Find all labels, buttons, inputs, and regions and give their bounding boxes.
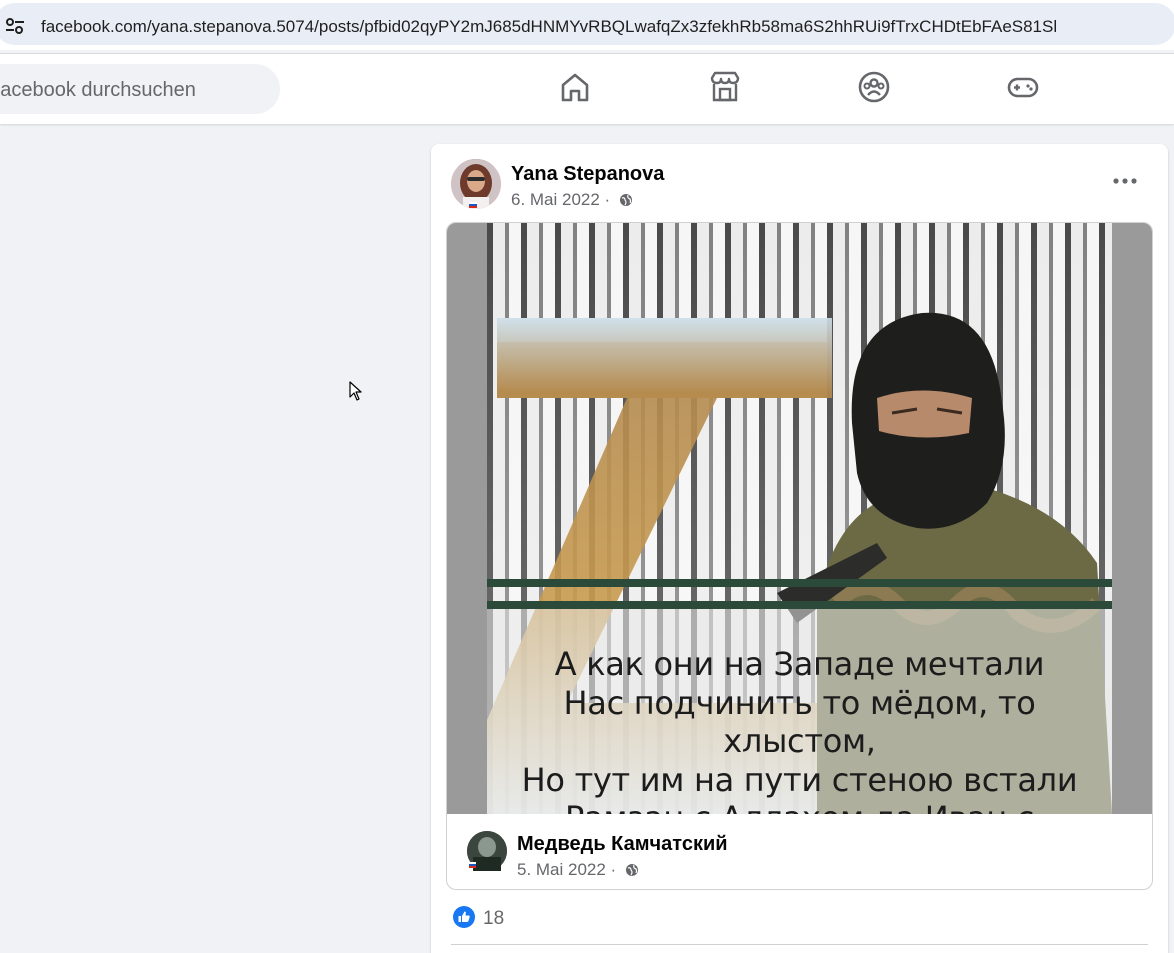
author-avatar[interactable] <box>451 159 501 209</box>
shared-post[interactable]: А как они на Западе мечтали Нас подчинит… <box>446 222 1153 890</box>
post-image[interactable]: А как они на Западе мечтали Нас подчинит… <box>447 223 1152 814</box>
reaction-count[interactable]: 18 <box>483 908 504 930</box>
post-date[interactable]: 6. Mai 2022 · <box>511 190 633 210</box>
shared-author-avatar[interactable] <box>467 831 507 871</box>
image-caption-text: А как они на Западе мечтали Нас подчинит… <box>487 645 1112 814</box>
gaming-icon[interactable] <box>1006 70 1040 104</box>
post-date-text[interactable]: 6. Mai 2022 · <box>511 190 610 209</box>
shared-date-text[interactable]: 5. Mai 2022 · <box>517 860 616 879</box>
url-field[interactable]: facebook.com/yana.stepanova.5074/posts/p… <box>0 3 1174 45</box>
caption-line: Нас подчинить то мёдом, то хлыстом, <box>563 683 1036 761</box>
shared-author-name[interactable]: Медведь Камчатский <box>517 833 728 856</box>
marketplace-icon[interactable] <box>708 70 742 104</box>
search-input[interactable]: Facebook durchsuchen <box>0 64 280 114</box>
more-options-icon[interactable] <box>1111 170 1139 190</box>
tune-icon[interactable] <box>4 17 26 35</box>
globe-icon <box>619 192 633 206</box>
url-text[interactable]: facebook.com/yana.stepanova.5074/posts/p… <box>41 17 1057 37</box>
search-placeholder: Facebook durchsuchen <box>0 79 196 101</box>
home-icon[interactable] <box>558 70 592 104</box>
caption-line: А как они на Западе мечтали <box>554 645 1045 683</box>
globe-icon <box>625 862 639 876</box>
post-author-name[interactable]: Yana Stepanova <box>511 163 664 186</box>
mouse-cursor-icon <box>349 381 363 402</box>
like-icon[interactable] <box>453 906 475 928</box>
top-navigation: Facebook durchsuchen <box>0 54 1174 124</box>
shared-post-date[interactable]: 5. Mai 2022 · <box>517 860 639 880</box>
divider <box>451 944 1148 945</box>
browser-address-bar: facebook.com/yana.stepanova.5074/posts/p… <box>0 0 1174 50</box>
caption-line: Но тут им на пути стеною встали <box>521 760 1078 799</box>
groups-icon[interactable] <box>857 70 891 104</box>
post-card: Yana Stepanova 6. Mai 2022 · А как они н… <box>431 144 1168 953</box>
post-image-content: А как они на Западе мечтали Нас подчинит… <box>487 223 1112 814</box>
caption-line: Рамзан с Аллахом да Иван с Христом! <box>487 799 1112 814</box>
